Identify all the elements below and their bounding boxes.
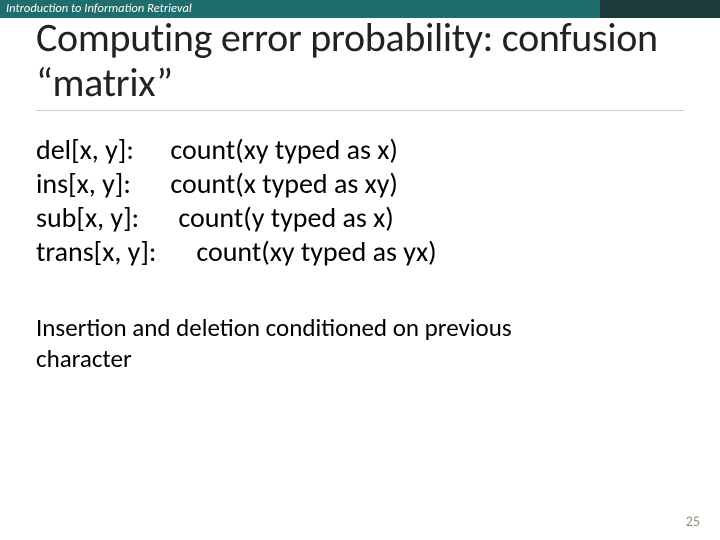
definition-trans: trans[x, y]: count(xy typed as yx)	[36, 235, 684, 269]
slide-title: Computing error probability: confusion “…	[36, 16, 684, 111]
slide-content: del[x, y]: count(xy typed as x) ins[x, y…	[0, 111, 720, 375]
definition-ins: ins[x, y]: count(x typed as xy)	[36, 167, 684, 201]
page-number: 25	[686, 513, 700, 530]
course-label: Introduction to Information Retrieval	[4, 0, 194, 18]
def-key-del: del[x, y]:	[36, 133, 164, 167]
definition-sub: sub[x, y]: count(y typed as x)	[36, 201, 684, 235]
def-key-trans: trans[x, y]:	[36, 235, 190, 269]
definition-del: del[x, y]: count(xy typed as x)	[36, 133, 684, 167]
def-key-sub: sub[x, y]:	[36, 201, 172, 235]
def-key-ins: ins[x, y]:	[36, 167, 164, 201]
header-accent	[600, 0, 720, 18]
title-block: Computing error probability: confusion “…	[0, 16, 720, 111]
header-bar: Introduction to Information Retrieval	[0, 0, 720, 18]
definitions-block: del[x, y]: count(xy typed as x) ins[x, y…	[36, 133, 684, 270]
def-val-trans: count(xy typed as yx)	[196, 234, 436, 269]
def-val-ins: count(x typed as xy)	[170, 166, 398, 201]
def-val-del: count(xy typed as x)	[170, 132, 398, 167]
conditioning-note: Insertion and deletion conditioned on pr…	[36, 313, 596, 374]
def-val-sub: count(y typed as x)	[178, 200, 393, 235]
